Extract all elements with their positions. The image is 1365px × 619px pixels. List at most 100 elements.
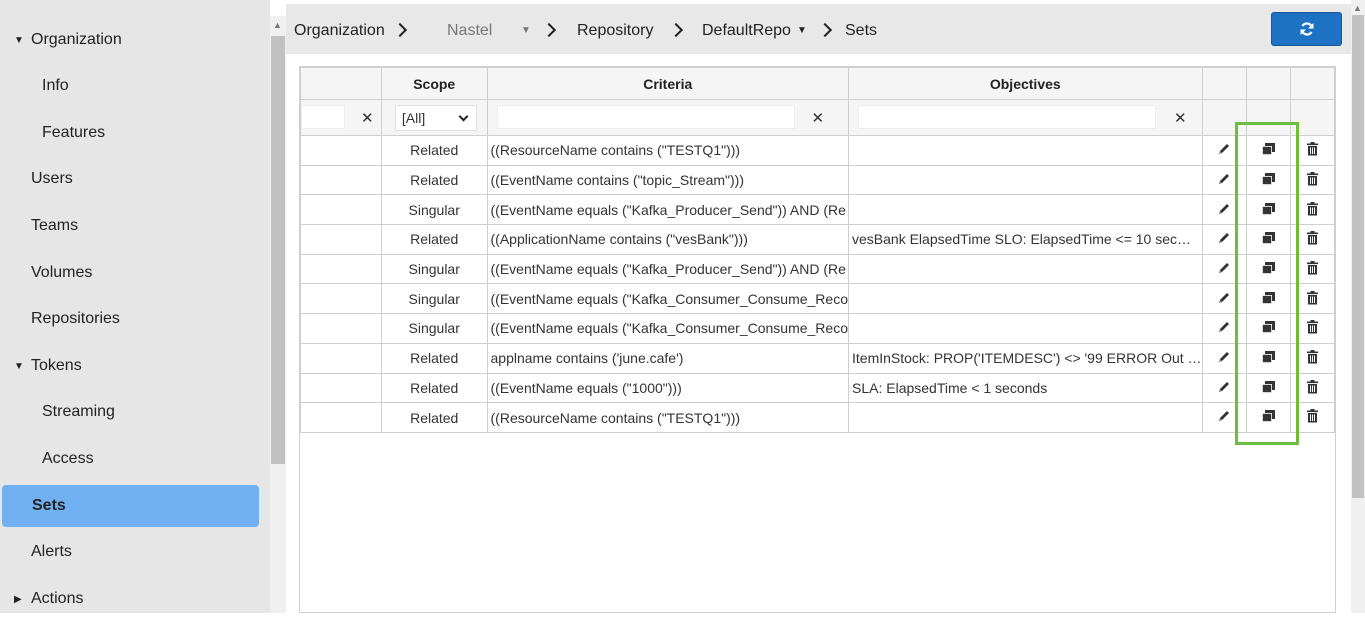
clear-x-icon[interactable]: ✕ bbox=[361, 109, 374, 127]
delete-trash-icon[interactable] bbox=[1306, 260, 1319, 278]
edit-cell bbox=[1201, 283, 1247, 315]
table-row[interactable]: Related ((ApplicationName contains ("vesB… bbox=[300, 224, 1336, 255]
edit-cell bbox=[1201, 224, 1247, 255]
sidebar-scrollbar-thumb[interactable] bbox=[271, 36, 285, 464]
copy-cell bbox=[1245, 372, 1291, 404]
chevron-down-icon bbox=[458, 111, 469, 122]
sidebar-item-organization[interactable]: ▼ Organization bbox=[0, 20, 270, 60]
table-row[interactable]: Related ((ResourceName contains ("TESTQ1"… bbox=[300, 402, 1336, 433]
caret-down-icon: ▼ bbox=[14, 360, 24, 372]
edit-cell bbox=[1201, 135, 1247, 166]
copy-icon[interactable] bbox=[1261, 350, 1276, 367]
caret-down-icon[interactable]: ▼ bbox=[797, 25, 807, 36]
column-header-objectives[interactable]: Objectives bbox=[848, 67, 1203, 100]
sidebar-item-info[interactable]: Info bbox=[0, 66, 270, 106]
table-row[interactable]: Related applname contains ('june.cafe') It… bbox=[300, 342, 1336, 374]
delete-cell bbox=[1289, 164, 1336, 196]
clear-x-icon[interactable]: ✕ bbox=[1174, 109, 1187, 127]
delete-trash-icon[interactable] bbox=[1306, 231, 1319, 248]
scope-cell: Related bbox=[380, 164, 488, 196]
table-row[interactable]: Singular ((EventName equals ("Kafka_Consu… bbox=[300, 283, 1336, 315]
delete-trash-icon[interactable] bbox=[1306, 320, 1319, 337]
sidebar-item-users[interactable]: Users bbox=[0, 159, 270, 199]
scroll-up-arrow-icon[interactable]: ▲ bbox=[1353, 3, 1362, 13]
copy-icon[interactable] bbox=[1261, 231, 1276, 248]
copy-icon[interactable] bbox=[1261, 261, 1276, 278]
edit-pencil-icon[interactable] bbox=[1217, 409, 1231, 426]
clear-x-icon[interactable]: ✕ bbox=[812, 109, 825, 127]
copy-icon[interactable] bbox=[1261, 380, 1276, 397]
edit-pencil-icon[interactable] bbox=[1217, 380, 1231, 397]
edit-pencil-icon[interactable] bbox=[1217, 350, 1231, 367]
column-header-name[interactable] bbox=[300, 67, 382, 100]
delete-trash-icon[interactable] bbox=[1306, 171, 1319, 189]
edit-pencil-icon[interactable] bbox=[1217, 291, 1231, 308]
edit-cell bbox=[1201, 313, 1247, 344]
edit-pencil-icon[interactable] bbox=[1217, 320, 1231, 337]
table-row[interactable]: Singular ((EventName equals ("Kafka_Consu… bbox=[300, 313, 1336, 344]
sidebar-item-sets[interactable]: Sets bbox=[2, 485, 259, 527]
caret-down-icon: ▼ bbox=[14, 34, 24, 46]
copy-icon[interactable] bbox=[1261, 291, 1276, 308]
copy-icon[interactable] bbox=[1261, 409, 1276, 426]
breadcrumb-organization[interactable]: Organization bbox=[294, 22, 385, 40]
sidebar-item-volumes[interactable]: Volumes bbox=[0, 253, 270, 293]
breadcrumb-repo-select[interactable]: DefaultRepo bbox=[702, 22, 791, 40]
scope-cell: Related bbox=[380, 372, 488, 404]
criteria-cell: ((EventName equals ("1000"))) bbox=[486, 372, 850, 404]
copy-icon[interactable] bbox=[1261, 142, 1276, 159]
edit-pencil-icon[interactable] bbox=[1217, 172, 1231, 189]
table-row[interactable]: Related ((EventName equals ("1000"))) SLA:… bbox=[300, 372, 1336, 404]
sidebar-item-alerts[interactable]: Alerts bbox=[0, 532, 270, 572]
table-row[interactable]: Singular ((EventName equals ("Kafka_Produ… bbox=[300, 253, 1336, 285]
scope-cell: Singular bbox=[380, 194, 488, 226]
objectives-filter-input[interactable] bbox=[858, 105, 1156, 129]
column-header-criteria[interactable]: Criteria bbox=[486, 67, 850, 100]
sidebar-item-label: Volumes bbox=[31, 264, 93, 281]
sidebar-item-tokens[interactable]: ▼ Tokens bbox=[0, 346, 270, 386]
delete-trash-icon[interactable] bbox=[1306, 350, 1319, 367]
copy-icon[interactable] bbox=[1261, 202, 1276, 219]
delete-cell bbox=[1289, 224, 1336, 255]
copy-icon[interactable] bbox=[1261, 320, 1276, 337]
page-scrollbar-thumb[interactable] bbox=[1352, 15, 1364, 498]
caret-down-icon[interactable]: ▼ bbox=[521, 25, 531, 36]
scope-cell: Singular bbox=[380, 313, 488, 344]
delete-cell bbox=[1289, 313, 1336, 344]
refresh-button[interactable] bbox=[1271, 12, 1342, 46]
breadcrumb-org-select[interactable]: Nastel bbox=[447, 22, 492, 40]
sidebar-item-teams[interactable]: Teams bbox=[0, 206, 270, 246]
delete-trash-icon[interactable] bbox=[1306, 142, 1319, 159]
breadcrumb-repository[interactable]: Repository bbox=[577, 22, 653, 40]
delete-trash-icon[interactable] bbox=[1306, 201, 1319, 219]
name-filter-input[interactable] bbox=[301, 105, 345, 129]
delete-trash-icon[interactable] bbox=[1306, 409, 1319, 426]
sidebar-item-streaming[interactable]: Streaming bbox=[0, 392, 270, 432]
copy-icon[interactable] bbox=[1261, 172, 1276, 189]
chevron-right-icon bbox=[395, 22, 405, 38]
sidebar-item-features[interactable]: Features bbox=[0, 113, 270, 153]
edit-pencil-icon[interactable] bbox=[1217, 261, 1231, 278]
criteria-cell: ((EventName equals ("Kafka_Producer_Send… bbox=[486, 253, 850, 285]
edit-cell bbox=[1201, 342, 1247, 374]
table-row[interactable]: Related ((EventName contains ("topic_Stre… bbox=[300, 164, 1336, 196]
scope-filter-value: [All] bbox=[401, 110, 426, 126]
criteria-filter-input[interactable] bbox=[496, 105, 795, 129]
column-header-scope[interactable]: Scope bbox=[380, 67, 488, 100]
edit-pencil-icon[interactable] bbox=[1217, 231, 1231, 248]
table-row[interactable]: Related ((ResourceName contains ("TESTQ1"… bbox=[300, 135, 1336, 166]
delete-trash-icon[interactable] bbox=[1306, 290, 1319, 308]
sets-grid: Scope Criteria Objectives ✕ [All] ✕ ✕ Re… bbox=[299, 66, 1336, 613]
delete-trash-icon[interactable] bbox=[1306, 379, 1319, 397]
sidebar-item-access[interactable]: Access bbox=[0, 439, 270, 479]
name-cell bbox=[300, 164, 382, 196]
sidebar-item-repositories[interactable]: Repositories bbox=[0, 299, 270, 339]
table-row[interactable]: Singular ((EventName equals ("Kafka_Produ… bbox=[300, 194, 1336, 226]
scroll-up-arrow-icon[interactable]: ▲ bbox=[273, 20, 282, 30]
sidebar-item-actions[interactable]: ▶ Actions bbox=[0, 579, 270, 619]
edit-pencil-icon[interactable] bbox=[1217, 142, 1231, 159]
edit-pencil-icon[interactable] bbox=[1217, 202, 1231, 219]
edit-cell bbox=[1201, 372, 1247, 404]
scope-filter-select[interactable]: [All] bbox=[394, 105, 477, 131]
edit-cell bbox=[1201, 402, 1247, 433]
